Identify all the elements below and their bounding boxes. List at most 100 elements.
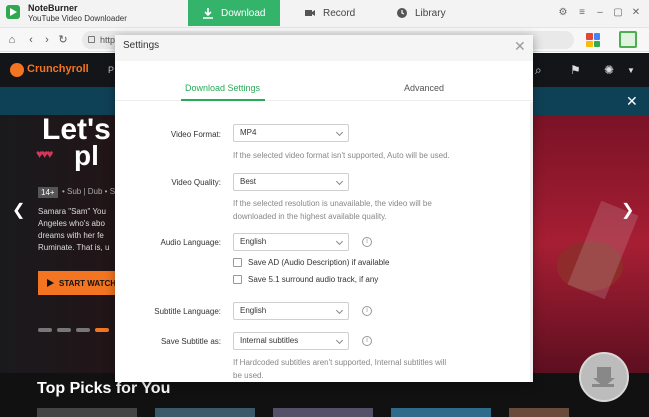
minimize-icon[interactable]: – — [594, 7, 606, 19]
settings-gear-icon[interactable]: ⚙ — [557, 7, 569, 19]
chevron-down-icon — [335, 336, 344, 345]
chevron-down-icon — [335, 306, 344, 315]
bookmark-icon[interactable]: ⚑ — [570, 63, 581, 77]
tab-library[interactable]: Library — [382, 0, 460, 26]
video-quality-select[interactable]: Best — [233, 173, 349, 191]
thumbnail[interactable] — [391, 408, 491, 417]
extension-icon[interactable] — [619, 31, 637, 48]
checkbox-box[interactable] — [233, 275, 242, 284]
url-text: http — [100, 35, 116, 45]
video-format-value: MP4 — [240, 128, 257, 137]
carousel-dot[interactable] — [76, 328, 90, 332]
play-icon — [47, 279, 54, 287]
tab-record[interactable]: Record — [290, 0, 369, 26]
close-icon[interactable]: ✕ — [630, 7, 642, 19]
subtitle-language-value: English — [240, 306, 267, 315]
carousel-prev-icon[interactable]: ❮ — [12, 200, 25, 220]
audio-language-value: English — [240, 237, 267, 246]
synopsis-line: Samara "Sam" You — [38, 207, 106, 216]
tab-download-settings[interactable]: Download Settings — [185, 83, 260, 93]
active-tab-indicator — [181, 99, 265, 101]
back-icon[interactable]: ‹ — [24, 33, 38, 47]
save-surround-checkbox[interactable]: Save 5.1 surround audio track, if any — [233, 275, 378, 284]
save-surround-label: Save 5.1 surround audio track, if any — [248, 275, 379, 284]
video-quality-help-1: If the selected resolution is unavailabl… — [233, 199, 432, 208]
save-subtitle-value: Internal subtitles — [240, 336, 299, 345]
app-logo-icon — [6, 5, 20, 19]
hero-title-line2: pl — [74, 140, 99, 171]
start-watching-label: START WATCH — [59, 278, 117, 288]
settings-dialog: Settings ✕ Download Settings Advanced Vi… — [115, 35, 533, 382]
video-quality-help-2: downloaded in the highest available qual… — [233, 212, 387, 221]
app-name: NoteBurner — [28, 3, 78, 13]
tab-library-label: Library — [415, 7, 446, 19]
chevron-down-icon — [335, 128, 344, 137]
carousel-next-icon[interactable]: ❯ — [621, 200, 634, 220]
video-quality-value: Best — [240, 177, 257, 186]
carousel-dot-active[interactable] — [95, 328, 109, 332]
dialog-scrollbar[interactable] — [530, 102, 533, 382]
info-icon[interactable]: i — [362, 306, 372, 316]
crunchyroll-brand[interactable]: Crunchyroll — [27, 63, 89, 75]
info-icon[interactable]: i — [362, 237, 372, 247]
banner-close-icon[interactable]: ✕ — [626, 93, 638, 110]
save-ad-checkbox[interactable]: Save AD (Audio Description) if available — [233, 258, 389, 267]
dialog-title: Settings — [123, 40, 160, 51]
carousel-dots — [38, 328, 109, 332]
home-icon[interactable]: ⌂ — [5, 33, 19, 47]
download-tray-icon — [592, 384, 614, 387]
start-watching-button[interactable]: START WATCH — [38, 271, 126, 295]
thumbnail[interactable] — [155, 408, 255, 417]
reload-icon[interactable]: ↻ — [56, 33, 70, 47]
rating-badge: 14+ — [38, 187, 58, 198]
video-format-select[interactable]: MP4 — [233, 124, 349, 142]
audio-info: • Sub | Dub • S — [62, 187, 116, 196]
subtitle-language-label: Subtitle Language: — [154, 307, 221, 316]
audio-language-select[interactable]: English — [233, 233, 349, 251]
crunchyroll-logo-icon[interactable] — [10, 63, 24, 77]
thumbnail[interactable] — [509, 408, 569, 417]
tab-download[interactable]: Download — [188, 0, 280, 26]
thumbnail[interactable] — [273, 408, 373, 417]
video-camera-icon — [305, 10, 315, 16]
synopsis-line: Ruminate. That is, u — [38, 243, 110, 252]
forward-icon[interactable]: › — [40, 33, 54, 47]
thumbnail[interactable] — [37, 408, 137, 417]
checkbox-box[interactable] — [233, 258, 242, 267]
dialog-close-icon[interactable]: ✕ — [514, 38, 526, 55]
search-icon[interactable]: ⌕ — [535, 63, 542, 78]
save-subtitle-select[interactable]: Internal subtitles — [233, 332, 349, 350]
site-nav-item[interactable]: P — [108, 65, 114, 75]
dialog-header: Settings ✕ — [115, 35, 533, 61]
app-subtitle: YouTube Video Downloader — [28, 14, 127, 23]
clock-icon — [397, 8, 407, 18]
subtitle-language-select[interactable]: English — [233, 302, 349, 320]
save-subtitle-help-2: be used. — [233, 371, 264, 380]
info-icon[interactable]: i — [362, 336, 372, 346]
synopsis-line: Angeles who's abo — [38, 219, 105, 228]
hero-synopsis: Samara "Sam" You Angeles who's abo dream… — [38, 206, 120, 254]
hero-artwork — [533, 115, 649, 373]
carousel-dot[interactable] — [38, 328, 52, 332]
audio-language-label: Audio Language: — [160, 238, 222, 247]
video-format-label: Video Format: — [170, 130, 221, 139]
hearts-decoration: ♥♥♥ — [36, 147, 53, 161]
floating-download-button[interactable] — [579, 352, 629, 402]
app-titlebar: NoteBurner YouTube Video Downloader Down… — [0, 0, 649, 28]
maximize-icon[interactable]: ▢ — [612, 7, 624, 19]
tab-record-label: Record — [323, 7, 356, 19]
chevron-down-icon — [335, 177, 344, 186]
section-title: Top Picks for You — [37, 380, 171, 397]
lock-icon — [88, 36, 95, 43]
dialog-body: Video Format: MP4 If the selected video … — [115, 102, 533, 382]
menu-icon[interactable]: ≡ — [576, 7, 588, 19]
tab-download-label: Download — [221, 7, 266, 19]
carousel-dot[interactable] — [57, 328, 71, 332]
avatar[interactable]: ✺ — [604, 63, 614, 77]
synopsis-line: dreams with her fe — [38, 231, 104, 240]
save-ad-label: Save AD (Audio Description) if available — [248, 258, 390, 267]
tab-advanced[interactable]: Advanced — [404, 83, 444, 93]
download-icon — [203, 8, 213, 19]
chevron-down-icon[interactable]: ▼ — [627, 66, 635, 75]
apps-grid-icon[interactable] — [586, 33, 600, 47]
